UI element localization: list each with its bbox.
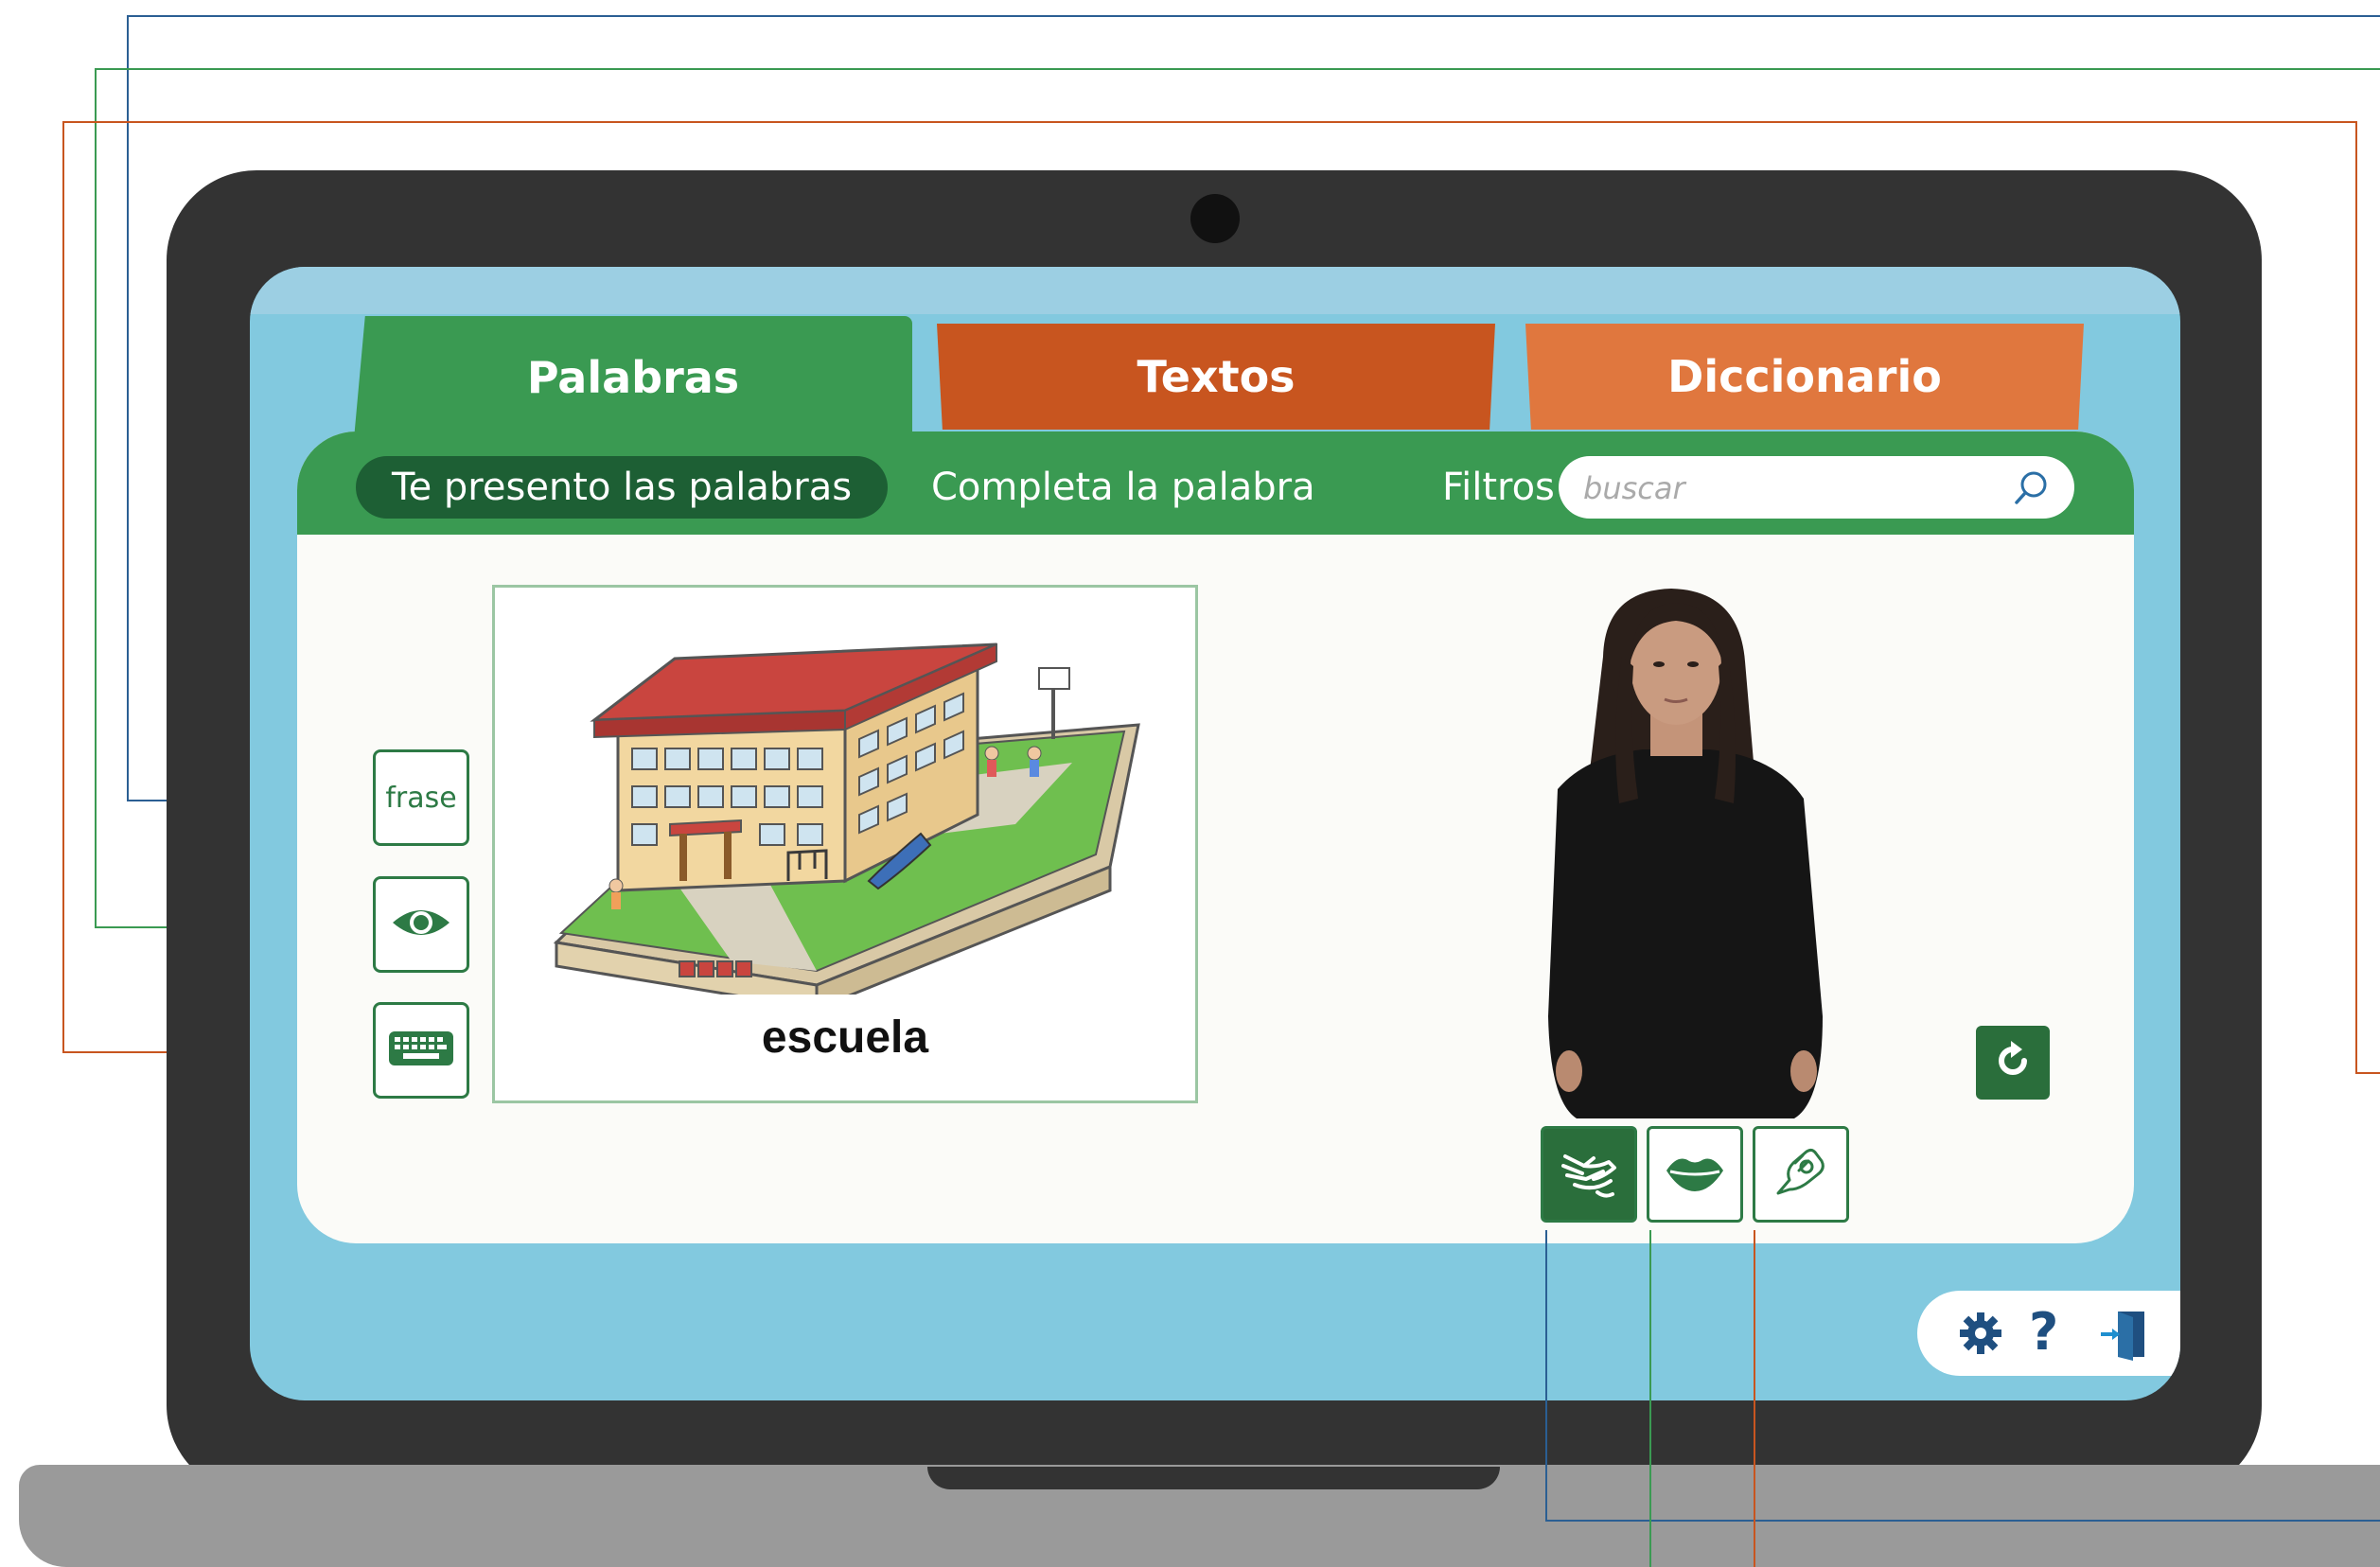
help-button[interactable]: ? xyxy=(2029,1302,2058,1362)
exit-door-icon[interactable] xyxy=(2099,1308,2152,1361)
tab-textos[interactable]: Textos xyxy=(937,324,1495,430)
view-button[interactable] xyxy=(373,876,469,973)
sub-navigation: Te presento las palabras Completa la pal… xyxy=(297,431,2134,535)
content-panel: Te presento las palabras Completa la pal… xyxy=(297,431,2134,1243)
tab-palabras[interactable]: Palabras xyxy=(354,316,912,439)
search-box xyxy=(1559,456,2074,519)
screen-top-band xyxy=(250,267,2180,314)
mode-lip-reading-button[interactable] xyxy=(1647,1126,1743,1223)
callout-line-green-bottom-v xyxy=(1649,1230,1651,1567)
word-card[interactable]: escuela xyxy=(492,585,1198,1103)
sign-language-video[interactable] xyxy=(1491,572,1889,1118)
callout-line-green-top xyxy=(95,68,2380,70)
callout-line-orange-top xyxy=(62,121,2356,123)
bottom-toolbar: ? xyxy=(1917,1291,2180,1376)
phrase-label: frase xyxy=(385,781,457,815)
webcam xyxy=(1190,194,1240,243)
keyboard-icon xyxy=(388,1030,454,1071)
subnav-te-presento[interactable]: Te presento las palabras xyxy=(356,456,888,519)
callout-line-blue-top xyxy=(127,15,2380,17)
keyboard-button[interactable] xyxy=(373,1002,469,1099)
callout-line-orange-bottom-v xyxy=(1754,1230,1755,1567)
callout-line-orange-right xyxy=(2355,121,2357,1073)
subnav-filtros[interactable]: Filtros xyxy=(1442,456,1555,519)
app-screen: Palabras Textos Diccionario Te presento … xyxy=(250,267,2180,1400)
callout-line-green-left xyxy=(95,68,97,927)
replay-icon xyxy=(1990,1038,2036,1087)
subnav-completa[interactable]: Completa la palabra xyxy=(931,456,1315,519)
sign-hands-icon xyxy=(1556,1139,1622,1209)
callout-line-blue-bottom-h xyxy=(1545,1520,2380,1522)
gear-icon[interactable] xyxy=(1957,1310,2004,1357)
search-input[interactable] xyxy=(1581,466,2001,511)
laptop-notch xyxy=(927,1467,1500,1489)
interpreter-figure xyxy=(1548,589,1823,1118)
search-icon[interactable] xyxy=(2011,467,2053,509)
phrase-button[interactable]: frase xyxy=(373,749,469,846)
school-illustration xyxy=(553,643,1140,995)
callout-line-orange-left xyxy=(62,121,64,1052)
word-label: escuela xyxy=(761,1012,929,1063)
callout-line-orange-right-stub xyxy=(2355,1072,2380,1074)
callout-line-blue-bottom-v xyxy=(1545,1230,1547,1522)
callout-line-blue-left xyxy=(127,15,129,801)
fingerspelling-hand-icon xyxy=(1771,1142,1831,1206)
eye-icon xyxy=(390,904,452,945)
tab-diccionario[interactable]: Diccionario xyxy=(1525,324,2084,430)
mode-sign-language-button[interactable] xyxy=(1541,1126,1637,1223)
mode-fingerspelling-button[interactable] xyxy=(1753,1126,1849,1223)
lips-icon xyxy=(1665,1152,1725,1197)
replay-button[interactable] xyxy=(1976,1026,2050,1100)
